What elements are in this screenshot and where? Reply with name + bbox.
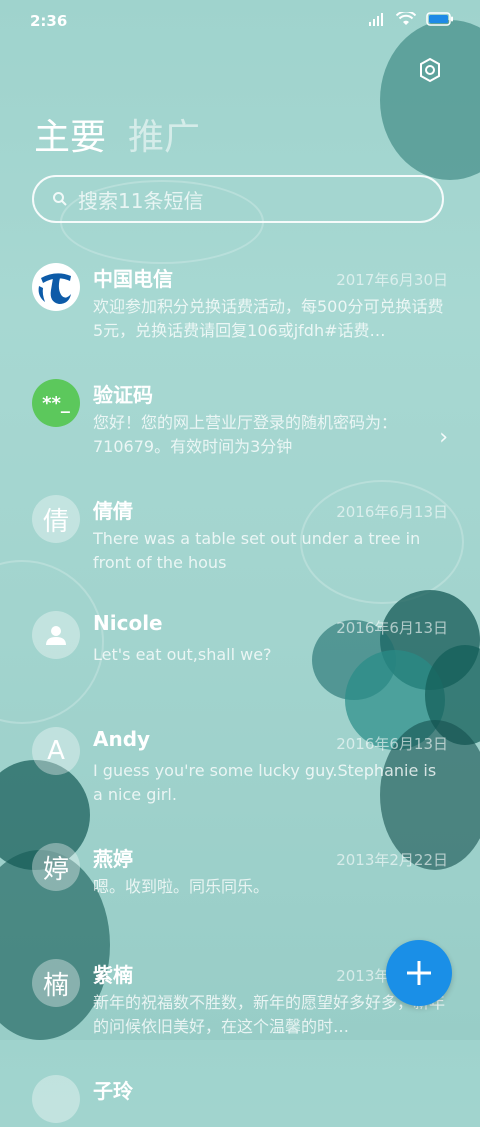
- avatar: [32, 1075, 80, 1123]
- search-icon: [53, 192, 67, 206]
- status-bar: 2:36: [0, 0, 480, 42]
- avatar: 楠: [32, 959, 80, 1007]
- conversation-item[interactable]: Nicole 2016年6月13日 Let's eat out,shall we…: [0, 603, 480, 719]
- tab-main[interactable]: 主要: [34, 108, 106, 160]
- conversation-item[interactable]: A Andy 2016年6月13日 I guess you're some lu…: [0, 719, 480, 835]
- chevron-right-icon[interactable]: ›: [439, 425, 448, 450]
- avatar: [32, 611, 80, 659]
- message-preview: 您好！您的网上营业厅登录的随机密码为：710679。有效时间为3分钟: [93, 413, 398, 456]
- avatar: 婷: [32, 843, 80, 891]
- new-message-button[interactable]: [386, 940, 452, 1006]
- message-date: 2013年2月22日: [336, 851, 448, 869]
- contact-name: 中国电信: [93, 267, 173, 291]
- contact-name: 倩倩: [93, 499, 133, 523]
- search-input[interactable]: 搜索11条短信: [32, 175, 444, 223]
- message-date: 2016年6月13日: [336, 735, 448, 753]
- message-preview: I guess you're some lucky guy.Stephanie …: [93, 761, 437, 804]
- wifi-icon: [396, 12, 416, 25]
- message-preview: 欢迎参加积分兑换话费活动，每500分可兑换话费5元，兑换话费请回复106或jfd…: [93, 297, 444, 340]
- message-preview: 嗯。收到啦。同乐同乐。: [93, 877, 270, 896]
- avatar: **_: [32, 379, 80, 427]
- search-placeholder: 搜索11条短信: [78, 188, 204, 213]
- message-date: 2017年6月30日: [336, 271, 448, 289]
- contact-name: 燕婷: [93, 847, 133, 871]
- tab-promotions[interactable]: 推广: [128, 108, 200, 160]
- status-time: 2:36: [30, 12, 68, 30]
- conversation-item[interactable]: 婷 燕婷 2013年2月22日 嗯。收到啦。同乐同乐。: [0, 835, 480, 951]
- conversation-item[interactable]: 中国电信 2017年6月30日 欢迎参加积分兑换话费活动，每500分可兑换话费5…: [0, 255, 480, 371]
- contact-name: Andy: [93, 727, 151, 751]
- message-preview: 新年的祝福数不胜数，新年的愿望好多好多，新年的问候依旧美好，在这个温馨的时…: [93, 993, 445, 1036]
- conversation-item[interactable]: **_ 验证码 您好！您的网上营业厅登录的随机密码为：710679。有效时间为3…: [0, 371, 480, 487]
- battery-icon: [426, 12, 453, 26]
- contact-name: Nicole: [93, 611, 163, 635]
- contact-name: 紫楠: [93, 963, 133, 987]
- message-preview: Let's eat out,shall we?: [93, 645, 272, 664]
- message-preview: There was a table set out under a tree i…: [93, 529, 421, 572]
- message-date: 2016年6月13日: [336, 503, 448, 521]
- china-telecom-logo-icon: [34, 265, 78, 309]
- contact-name: 子玲: [93, 1079, 133, 1103]
- avatar: 倩: [32, 495, 80, 543]
- signal-icon: [369, 13, 383, 26]
- gear-icon: [420, 57, 440, 83]
- message-date: 2016年6月13日: [336, 619, 448, 637]
- tab-bar: 主要 推广: [34, 108, 200, 160]
- status-icons: [368, 12, 454, 26]
- conversation-item[interactable]: 倩 倩倩 2016年6月13日 There was a table set ou…: [0, 487, 480, 603]
- avatar: A: [32, 727, 80, 775]
- settings-button[interactable]: [416, 56, 444, 84]
- conversation-item[interactable]: 子玲: [0, 1067, 480, 1127]
- plus-icon: [407, 961, 431, 985]
- avatar: [32, 263, 80, 311]
- lotus-leaf: [380, 20, 480, 180]
- contact-name: 验证码: [93, 383, 153, 407]
- person-icon: [46, 626, 66, 645]
